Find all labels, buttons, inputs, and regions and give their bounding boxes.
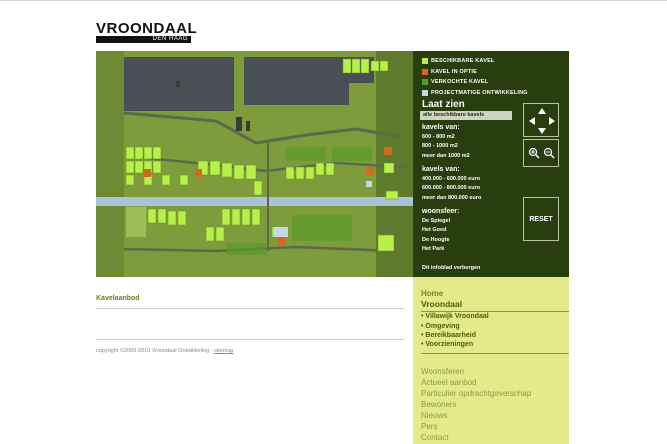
nav-woonsferen[interactable]: Woonsferen: [421, 367, 464, 376]
filter-atmosphere-option[interactable]: De Hoogte: [422, 236, 459, 246]
nav-particulier-opdrachtgeverschap[interactable]: Particulier opdrachtgeverschap: [421, 389, 531, 398]
zoom-control: [523, 139, 559, 167]
filter-size-group: kavels van: 600 - 800 m2 800 - 1000 m2 m…: [422, 123, 470, 161]
nav-sub-voorzieningen[interactable]: • Voorzieningen: [421, 341, 473, 348]
reset-button[interactable]: RESET: [523, 197, 559, 241]
filter-price-option[interactable]: 600.000 - 800.000 euro: [422, 184, 481, 194]
site-plan-drawing: [96, 51, 413, 277]
nav-divider: [421, 353, 569, 354]
field-south: [126, 207, 146, 237]
map-control-panel: BESCHIKBARE KAVEL KAVEL IN OPTIE VERKOCH…: [413, 51, 569, 277]
footer-copyright: copyright ©2009-2010 Vroondaal Ontwikkel…: [96, 348, 233, 354]
copyright-text: copyright ©2009-2010 Vroondaal Ontwikkel…: [96, 348, 215, 354]
nav-contact[interactable]: Contact: [421, 433, 449, 442]
pan-arrows-icon[interactable]: [524, 104, 560, 138]
filter-all-plots[interactable]: alle beschikbare kavels: [420, 111, 512, 120]
legend-item-project: PROJECTMATIGE ONTWIKKELING: [422, 88, 528, 99]
legend-swatch-sold: [422, 79, 428, 86]
legend-item-option: KAVEL IN OPTIE: [422, 67, 528, 78]
canal: [96, 197, 413, 206]
nav-actueel-aanbod[interactable]: Actueel aanbod: [421, 378, 477, 387]
zoom-in-icon[interactable]: [528, 147, 540, 159]
filter-size-option[interactable]: 800 - 1000 m2: [422, 142, 470, 152]
filter-atmosphere-group: woonsfeer: De Spiegel Het Goed De Hoogte…: [422, 207, 459, 255]
nav-sub-bereikbaarheid[interactable]: • Bereikbaarheid: [421, 332, 476, 339]
logo[interactable]: VROONDAAL DEN HAAG: [96, 20, 198, 43]
filter-atmosphere-heading: woonsfeer:: [422, 208, 460, 215]
sitemap-link[interactable]: sitemap: [214, 348, 233, 354]
page-title: Kavelaanbod: [96, 295, 140, 302]
nav-sub-villawijk[interactable]: • Villawijk Vroondaal: [421, 313, 489, 320]
filter-price-option[interactable]: meer dan 800.000 euro: [422, 194, 481, 204]
legend-label: BESCHIKBARE KAVEL: [431, 58, 495, 65]
filter-atmosphere-option[interactable]: Het Park: [422, 245, 459, 255]
logo-wordmark: VROONDAAL: [96, 20, 198, 37]
nav-vroondaal[interactable]: Vroondaal: [421, 299, 462, 309]
filter-atmosphere-option[interactable]: Het Goed: [422, 226, 459, 236]
legend-label: KAVEL IN OPTIE: [431, 68, 477, 75]
nav-bewoners[interactable]: Bewoners: [421, 400, 457, 409]
pan-control: [523, 103, 559, 137]
filter-price-option[interactable]: 400.000 - 600.000 euro: [422, 175, 481, 185]
filter-atmosphere-option[interactable]: De Spiegel: [422, 217, 459, 227]
filter-size-heading: kavels van:: [422, 124, 460, 131]
zoom-out-icon[interactable]: [543, 147, 555, 159]
legend-swatch-project: [422, 89, 428, 96]
nav-sub-omgeving[interactable]: • Omgeving: [421, 323, 460, 330]
site-plan-map[interactable]: [96, 51, 413, 277]
filter-size-option[interactable]: 600 - 800 m2: [422, 133, 470, 143]
hide-infopanel-link[interactable]: Dit infoblad verbergen: [422, 265, 480, 271]
nav-pers[interactable]: Pers: [421, 422, 437, 431]
legend-label: VERKOCHTE KAVEL: [431, 79, 489, 86]
filter-size-option[interactable]: meer dan 1000 m2: [422, 152, 470, 162]
logo-subtitle: DEN HAAG: [96, 36, 191, 43]
field-left: [96, 51, 124, 277]
legend-swatch-available: [422, 58, 428, 65]
divider: [96, 339, 404, 340]
map-legend: BESCHIKBARE KAVEL KAVEL IN OPTIE VERKOCH…: [422, 56, 528, 98]
filter-price-heading: kavels van:: [422, 166, 460, 173]
legend-item-sold: VERKOCHTE KAVEL: [422, 77, 528, 88]
page: VROONDAAL DEN HAAG BESCHIKBARE KAVEL KAV…: [0, 0, 667, 444]
divider: [96, 308, 404, 309]
nav-nieuws[interactable]: Nieuws: [421, 411, 447, 420]
water-basin-right: [244, 57, 349, 105]
nav-home[interactable]: Home: [421, 289, 443, 298]
filter-price-group: kavels van: 400.000 - 600.000 euro 600.0…: [422, 165, 481, 203]
sidebar-navigation: Home Vroondaal • Villawijk Vroondaal • O…: [413, 277, 569, 444]
legend-label: PROJECTMATIGE ONTWIKKELING: [431, 89, 528, 96]
nav-divider: [421, 311, 569, 312]
filter-title: Laat zien: [422, 99, 465, 110]
legend-item-available: BESCHIKBARE KAVEL: [422, 56, 528, 67]
legend-swatch-option: [422, 68, 428, 75]
